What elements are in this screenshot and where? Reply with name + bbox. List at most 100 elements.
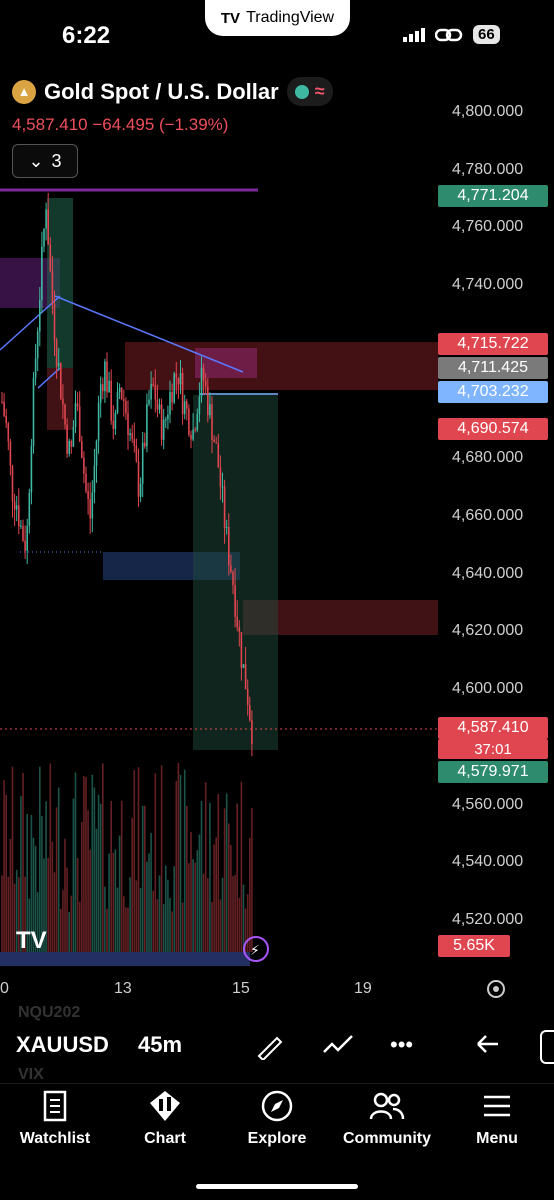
- more-options-icon[interactable]: •••: [390, 1032, 413, 1058]
- candle-body: [146, 404, 148, 447]
- volume-bar: [177, 762, 180, 952]
- candle-body: [192, 429, 194, 440]
- volume-bar: [62, 890, 64, 952]
- tab-label: Chart: [144, 1130, 186, 1147]
- candle-body: [169, 392, 171, 415]
- candle-body: [76, 403, 79, 407]
- volume-bar: [144, 805, 146, 952]
- candle-body: [45, 209, 47, 229]
- tab-menu[interactable]: Menu: [442, 1088, 552, 1148]
- candle-body: [5, 415, 7, 424]
- candle-body: [131, 433, 133, 439]
- price-tag: 4,771.204: [438, 185, 548, 208]
- volume-bar: [160, 765, 163, 952]
- tradingview-watermark-icon: TV: [16, 927, 47, 954]
- candle-body: [188, 408, 190, 435]
- tab-chart[interactable]: Chart: [110, 1088, 220, 1148]
- candle-body: [89, 499, 91, 519]
- tab-explore[interactable]: Explore: [222, 1088, 332, 1148]
- volume-bar: [169, 898, 171, 952]
- candle-body: [209, 404, 211, 416]
- candle-body: [15, 505, 18, 510]
- candle-body: [57, 363, 60, 367]
- candle-body: [22, 525, 24, 541]
- volume-bar: [238, 897, 241, 952]
- symbol-button[interactable]: XAUUSD: [16, 1032, 109, 1058]
- candle-body: [217, 443, 220, 468]
- candle-body: [116, 392, 119, 413]
- candle-body: [221, 486, 224, 488]
- undo-icon[interactable]: [472, 1032, 500, 1056]
- candle-body: [3, 401, 5, 416]
- resistance-zone: [125, 342, 438, 390]
- volume-bar: [162, 904, 165, 952]
- volume-bar: [5, 794, 7, 952]
- tab-label: Explore: [247, 1130, 307, 1147]
- volume-bar: [81, 821, 83, 952]
- volume-bar: [192, 859, 194, 952]
- y-tick-label: 4,560.000: [452, 795, 524, 813]
- candle-body: [108, 380, 110, 393]
- candle-body: [7, 423, 10, 442]
- candle-body: [60, 363, 62, 399]
- volume-bar: [120, 800, 123, 952]
- settings-icon[interactable]: [484, 977, 508, 1001]
- candle-body: [120, 387, 123, 400]
- volume-bar: [11, 766, 14, 952]
- drawing-pen-icon[interactable]: [255, 1030, 285, 1060]
- candle-body: [110, 380, 112, 421]
- candle-body: [194, 429, 196, 431]
- candle-body: [228, 526, 230, 566]
- interval-button[interactable]: 45m: [138, 1032, 182, 1058]
- tab-community[interactable]: Community: [332, 1088, 442, 1148]
- volume-bar: [158, 875, 161, 952]
- volume-bar: [104, 886, 106, 952]
- candle-body: [99, 384, 102, 403]
- price-tag: 4,587.410: [438, 717, 548, 739]
- indicators-icon[interactable]: [322, 1032, 354, 1058]
- volume-bar: [154, 773, 157, 952]
- candle-body: [154, 385, 157, 400]
- volume-bar: [74, 772, 77, 952]
- volume-bar: [7, 876, 10, 952]
- candle-body: [1, 401, 3, 403]
- volume-bar: [83, 776, 85, 952]
- volume-bar: [148, 853, 150, 952]
- tab-watchlist[interactable]: Watchlist: [0, 1088, 110, 1148]
- volume-bar: [165, 865, 167, 952]
- volume-bar: [49, 763, 52, 952]
- volume-bar: [78, 901, 81, 952]
- candle-body: [129, 433, 131, 436]
- candle-body: [152, 384, 154, 386]
- candle-body: [173, 373, 175, 403]
- fullscreen-icon[interactable]: [540, 1030, 554, 1064]
- volume-bar: [194, 862, 196, 952]
- volume-bar: [179, 774, 182, 952]
- volume-bar: [135, 880, 138, 952]
- volume-bar: [99, 803, 102, 952]
- volume-bar: [87, 810, 89, 952]
- x-tick-label: 13: [114, 980, 132, 997]
- volume-bar: [3, 780, 5, 952]
- candle-body: [207, 386, 209, 416]
- price-tag: 4,690.574: [438, 417, 548, 440]
- candle-body: [171, 392, 173, 403]
- candle-body: [20, 525, 22, 527]
- volume-bar: [223, 808, 226, 952]
- candle-body: [150, 384, 152, 400]
- candle-body: [165, 419, 167, 421]
- candle-body: [83, 457, 85, 474]
- volume-bar: [53, 872, 56, 952]
- volume-profile-bar: [0, 952, 250, 966]
- volume-bar: [225, 793, 228, 952]
- candle-body: [102, 384, 104, 392]
- candle-body: [211, 404, 213, 441]
- candle-body: [112, 420, 115, 429]
- candle-body: [148, 399, 150, 405]
- candle-body: [196, 414, 199, 431]
- volume-bar: [173, 866, 175, 952]
- candle-body: [36, 331, 39, 359]
- candle-body: [95, 440, 98, 467]
- volume-bar: [213, 844, 215, 952]
- volume-bar: [95, 828, 98, 952]
